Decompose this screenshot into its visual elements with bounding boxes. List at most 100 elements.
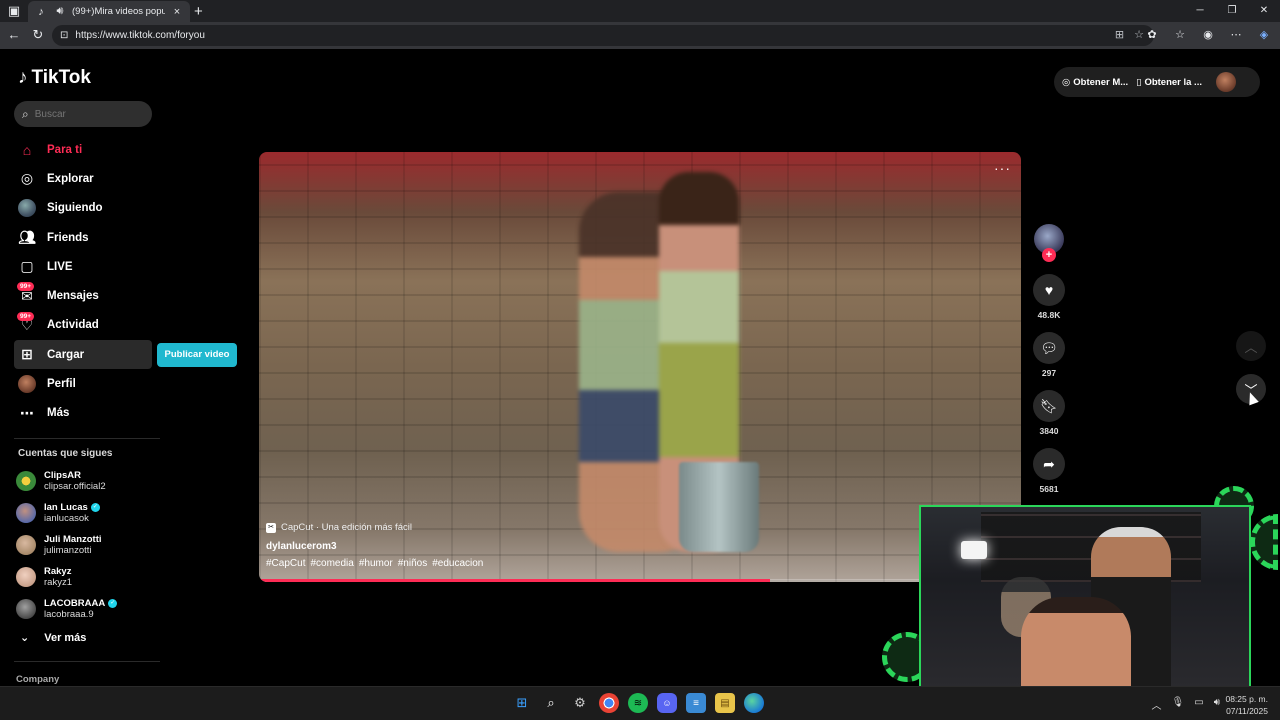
edge-icon[interactable]	[744, 693, 764, 713]
tab-close-icon[interactable]: ×	[170, 5, 184, 19]
coin-icon: ◎	[1062, 76, 1071, 88]
tab-actions-icon[interactable]: ▣	[6, 3, 22, 19]
following-item[interactable]: Juli Manzotti julimanzotti	[16, 529, 156, 561]
url-text[interactable]: https://www.tiktok.com/foryou	[75, 30, 205, 41]
profile-icon[interactable]: ◉	[1200, 27, 1216, 43]
sidebar-item-perfil[interactable]: Perfil	[14, 369, 152, 398]
file-explorer-icon[interactable]: ▤	[715, 693, 735, 713]
sidebar-item-mensajes[interactable]: ✉ 99+ Mensajes	[14, 281, 152, 310]
account-name: LACOBRAAA	[44, 598, 106, 609]
volume-icon[interactable]: 🔊︎	[1214, 697, 1220, 712]
video-actions: + ♥ 48.8K 💬︎ 297 🔖︎ 3840 ➦ 5681	[1030, 224, 1068, 520]
sidebar-divider	[14, 438, 160, 439]
reload-icon[interactable]: ↻	[30, 27, 46, 43]
follow-plus-icon[interactable]: +	[1042, 248, 1056, 262]
hashtag[interactable]: #CapCut	[266, 558, 305, 569]
site-info-icon[interactable]: ⊡	[60, 30, 68, 41]
tiktok-favicon-icon: ♪	[38, 5, 44, 18]
video-progress-bar[interactable]	[259, 579, 1021, 582]
hashtag[interactable]: #niños	[398, 558, 427, 569]
video-hashtags: #CapCut #comedia #humor #niños #educacio…	[266, 558, 483, 569]
address-bar[interactable]: ⊡ https://www.tiktok.com/foryou ⊞ ☆	[52, 25, 1154, 46]
network-icon[interactable]: ▭	[1194, 697, 1203, 712]
app-icon[interactable]: ⚙	[570, 693, 590, 713]
close-window-button[interactable]: ✕	[1248, 0, 1280, 22]
hashtag[interactable]: #humor	[359, 558, 393, 569]
following-avatar-icon	[18, 199, 36, 218]
sidebar-item-label: Perfil	[47, 378, 76, 391]
sidebar-item-label: Para ti	[47, 143, 83, 156]
chevron-down-icon: ⌄	[20, 632, 30, 644]
following-header: Cuentas que sigues	[18, 448, 113, 459]
reader-icon[interactable]: ⊞	[1115, 28, 1124, 41]
favorites-icon[interactable]: ☆	[1172, 27, 1188, 43]
hashtag[interactable]: #comedia	[310, 558, 353, 569]
publish-video-button[interactable]: Publicar video	[157, 343, 237, 367]
windows-start-icon[interactable]: ⊞	[512, 693, 532, 713]
taskbar-search-icon[interactable]: ⌕	[541, 693, 561, 713]
user-avatar[interactable]	[1215, 72, 1236, 92]
search-input[interactable]	[34, 108, 135, 120]
microphone-icon[interactable]: 🎙︎	[1172, 697, 1185, 712]
creator-avatar[interactable]: +	[1034, 224, 1064, 262]
following-item[interactable]: Rakyz rakyz1	[16, 561, 156, 593]
save-button[interactable]: 🔖︎	[1033, 390, 1065, 422]
following-item[interactable]: LACOBRAAA ✓ lacobraaa.9	[16, 593, 156, 625]
video-username[interactable]: dylanlucerom3	[266, 541, 337, 552]
like-button[interactable]: ♥	[1033, 274, 1065, 306]
notepad-icon[interactable]: ≡	[686, 693, 706, 713]
capcut-link[interactable]: ✂ CapCut · Una edición más fácil	[266, 522, 412, 533]
get-coins-button[interactable]: ◎ Obtener M...	[1062, 77, 1128, 88]
following-item[interactable]: ClipsAR clipsar.official2	[16, 465, 156, 497]
capcut-icon: ✂	[266, 522, 276, 533]
back-icon[interactable]: ←	[6, 27, 22, 43]
sidebar-item-live[interactable]: ▢ LIVE	[14, 252, 152, 281]
heart-icon: ♥	[1044, 282, 1054, 298]
sidebar-item-label: Actividad	[47, 319, 99, 332]
like-count: 48.8K	[1037, 310, 1061, 320]
sidebar-item-actividad[interactable]: ♡ 99+ Actividad	[14, 311, 152, 340]
sidebar-item-friends[interactable]: 👥︎ Friends	[14, 223, 152, 252]
sidebar-item-cargar[interactable]: ⊞ Cargar	[14, 340, 152, 370]
maximize-button[interactable]: ❐	[1216, 0, 1248, 22]
sidebar-item-siguiendo[interactable]: Siguiendo	[14, 194, 152, 223]
search-box[interactable]: ⌕	[14, 101, 152, 127]
sidebar-item-para-ti[interactable]: ⌂ Para ti	[14, 135, 152, 164]
video-player[interactable]: ··· ✂ CapCut · Una edición más fácil dyl…	[259, 152, 1021, 582]
share-button[interactable]: ➦	[1033, 448, 1065, 480]
chrome-icon[interactable]	[599, 693, 619, 713]
taskbar-clock[interactable]: 08:25 p. m. 07/11/2025	[1225, 693, 1268, 717]
previous-video-button[interactable]: ︿	[1236, 331, 1266, 361]
company-link[interactable]: Company	[16, 674, 59, 685]
sidebar-item-explorar[interactable]: ◎ Explorar	[14, 164, 152, 193]
settings-more-icon[interactable]: ⋯	[1228, 27, 1244, 43]
spotify-icon[interactable]: ≋	[628, 693, 648, 713]
speaker-icon[interactable]: 🔊︎	[53, 5, 67, 19]
get-app-button[interactable]: ▯ Obtener la ...	[1136, 77, 1202, 88]
following-list: ClipsAR clipsar.official2 Ian Lucas ✓ ian…	[16, 465, 156, 625]
avatar	[16, 599, 36, 619]
favorite-star-icon[interactable]: ☆	[1134, 28, 1144, 41]
hashtag[interactable]: #educacion	[432, 558, 483, 569]
sidebar-item-mas[interactable]: ⋯ Más	[14, 399, 152, 428]
webcam-overlay	[919, 505, 1251, 691]
copilot-icon[interactable]: ◈	[1256, 27, 1272, 43]
comment-button[interactable]: 💬︎	[1033, 332, 1065, 364]
clock-date: 07/11/2025	[1226, 706, 1268, 716]
account-name: Rakyz	[44, 566, 72, 577]
new-tab-button[interactable]: +	[194, 3, 203, 20]
browser-tabbar: ▣ ♪ 🔊︎ (99+)Mira videos populares × + ─ …	[0, 0, 1280, 22]
sidebar-nav: ⌂ Para ti ◎ Explorar Siguiendo 👥︎ Friend…	[14, 135, 152, 428]
taskbar-apps: ⊞ ⌕ ⚙ ≋ ☺ ≡ ▤	[512, 693, 764, 713]
tray-chevron-icon[interactable]: ︿	[1152, 697, 1162, 712]
browser-tab[interactable]: ♪ 🔊︎ (99+)Mira videos populares ×	[28, 1, 190, 22]
minimize-button[interactable]: ─	[1184, 0, 1216, 22]
sidebar-item-label: Mensajes	[47, 290, 99, 303]
see-more-button[interactable]: ⌄ Ver más	[20, 631, 86, 645]
video-more-icon[interactable]: ···	[994, 160, 1011, 176]
discord-icon[interactable]: ☺	[657, 693, 677, 713]
extensions-icon[interactable]: ✿	[1144, 27, 1160, 43]
following-item[interactable]: Ian Lucas ✓ ianlucasok	[16, 497, 156, 529]
get-coins-label: Obtener M...	[1073, 76, 1129, 88]
tiktok-logo[interactable]: ♪ TikTok	[18, 67, 91, 89]
